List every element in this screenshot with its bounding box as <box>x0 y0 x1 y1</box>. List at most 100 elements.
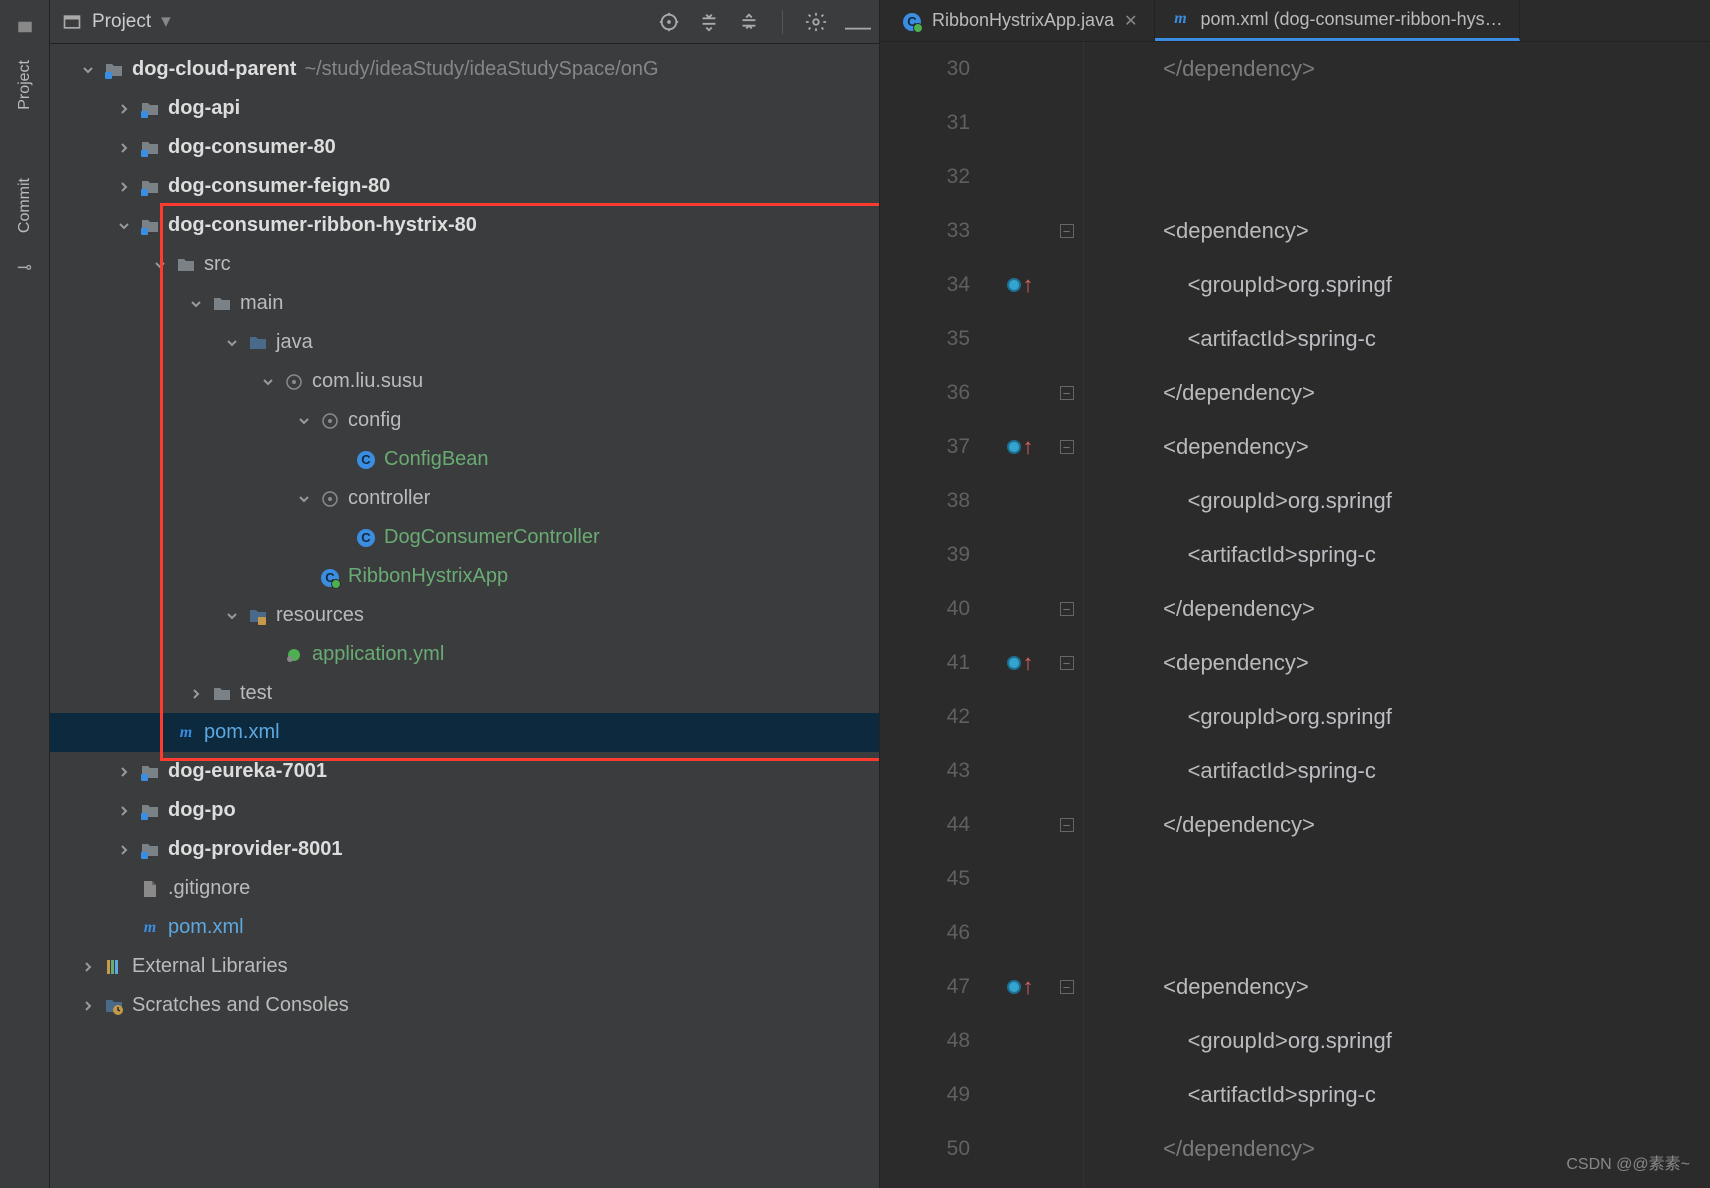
code-line[interactable] <box>1102 96 1710 150</box>
tree-item[interactable]: controller <box>50 479 879 518</box>
fold-icon[interactable]: − <box>1060 440 1074 454</box>
expand-all-icon[interactable] <box>698 11 720 33</box>
code-line[interactable] <box>1102 906 1710 960</box>
tree-item[interactable]: CConfigBean <box>50 440 879 479</box>
tree-item[interactable]: resources <box>50 596 879 635</box>
fold-icon[interactable]: − <box>1060 386 1074 400</box>
code-line[interactable] <box>1102 150 1710 204</box>
fold-cell <box>1050 312 1083 366</box>
project-title: Project <box>92 11 151 33</box>
expander-icon[interactable] <box>116 101 132 117</box>
code-line[interactable]: </dependency> <box>1102 366 1710 420</box>
line-number: 46 <box>880 906 970 960</box>
expander-icon[interactable] <box>224 608 240 624</box>
expander-icon[interactable] <box>296 491 312 507</box>
expander-icon[interactable] <box>260 374 276 390</box>
expander-icon[interactable] <box>116 803 132 819</box>
line-number: 49 <box>880 1068 970 1122</box>
expander-icon[interactable] <box>80 959 96 975</box>
expander-icon[interactable] <box>116 140 132 156</box>
arrow-up-icon: ↑ <box>1023 434 1034 460</box>
breakpoint-icon[interactable] <box>1007 440 1021 454</box>
code-line[interactable]: </dependency> <box>1102 582 1710 636</box>
code-line[interactable]: <dependency> <box>1102 420 1710 474</box>
code-line[interactable]: <groupId>org.springf <box>1102 474 1710 528</box>
breakpoint-icon[interactable] <box>1007 656 1021 670</box>
hide-icon[interactable]: — <box>845 11 867 33</box>
expander-icon[interactable] <box>152 257 168 273</box>
tree-item[interactable]: dog-provider-8001 <box>50 830 879 869</box>
commit-rail-label[interactable]: Commit <box>16 178 34 233</box>
fold-icon[interactable]: − <box>1060 980 1074 994</box>
code-line[interactable]: <artifactId>spring-c <box>1102 744 1710 798</box>
tree-item[interactable]: dog-consumer-feign-80 <box>50 167 879 206</box>
project-rail-icon[interactable] <box>16 18 34 36</box>
expander-icon[interactable] <box>80 62 96 78</box>
editor-tab[interactable]: CRibbonHystrixApp.java✕ <box>886 0 1155 41</box>
tree-item[interactable]: main <box>50 284 879 323</box>
expander-icon[interactable] <box>224 335 240 351</box>
commit-rail-icon[interactable]: ⊸ <box>17 257 32 278</box>
tree-item[interactable]: Scratches and Consoles <box>50 986 879 1025</box>
tree-item[interactable]: java <box>50 323 879 362</box>
code-line[interactable]: <groupId>org.springf <box>1102 690 1710 744</box>
view-dropdown-icon[interactable]: ▾ <box>161 10 171 33</box>
tree-item[interactable]: src <box>50 245 879 284</box>
select-opened-file-icon[interactable] <box>658 11 680 33</box>
expander-icon[interactable] <box>116 842 132 858</box>
tree-item[interactable]: test <box>50 674 879 713</box>
expander-icon[interactable] <box>188 296 204 312</box>
tree-item[interactable]: application.yml <box>50 635 879 674</box>
tree-item[interactable]: mpom.xml <box>50 713 879 752</box>
code-line[interactable]: <artifactId>spring-c <box>1102 528 1710 582</box>
gutter-marks: ↑↑↑↑ <box>990 42 1050 1188</box>
fold-icon[interactable]: − <box>1060 602 1074 616</box>
settings-icon[interactable] <box>805 11 827 33</box>
expander-icon[interactable] <box>80 998 96 1014</box>
tree-item[interactable]: dog-api <box>50 89 879 128</box>
expander-icon[interactable] <box>116 764 132 780</box>
module-icon <box>140 99 160 119</box>
tree-item[interactable]: CDogConsumerController <box>50 518 879 557</box>
code-line[interactable]: <groupId>org.springf <box>1102 1014 1710 1068</box>
expander-icon[interactable] <box>116 179 132 195</box>
fold-icon[interactable]: − <box>1060 656 1074 670</box>
tree-item[interactable]: dog-eureka-7001 <box>50 752 879 791</box>
tree-item[interactable]: dog-consumer-ribbon-hystrix-80 <box>50 206 879 245</box>
tree-item[interactable]: mpom.xml <box>50 908 879 947</box>
project-tree[interactable]: dog-cloud-parent ~/study/ideaStudy/ideaS… <box>50 44 879 1188</box>
collapse-all-icon[interactable] <box>738 11 760 33</box>
editor-tab[interactable]: mpom.xml (dog-consumer-ribbon-hys… <box>1155 0 1520 41</box>
tree-item[interactable]: .gitignore <box>50 869 879 908</box>
fold-icon[interactable]: − <box>1060 818 1074 832</box>
breakpoint-icon[interactable] <box>1007 980 1021 994</box>
fold-cell <box>1050 1014 1083 1068</box>
tree-item[interactable]: config <box>50 401 879 440</box>
code-line[interactable]: <dependency> <box>1102 636 1710 690</box>
tree-item[interactable]: dog-po <box>50 791 879 830</box>
tree-item[interactable]: dog-consumer-80 <box>50 128 879 167</box>
code-line[interactable]: </dependency> <box>1102 42 1710 96</box>
code-line[interactable]: <artifactId>spring-c <box>1102 312 1710 366</box>
tree-item[interactable]: External Libraries <box>50 947 879 986</box>
expander-icon[interactable] <box>116 218 132 234</box>
project-rail-label[interactable]: Project <box>16 60 34 110</box>
code-line[interactable]: <groupId>org.springf <box>1102 258 1710 312</box>
code-area[interactable]: </dependency> <dependency> <groupId>org.… <box>1084 42 1710 1188</box>
gutter-mark <box>990 312 1050 366</box>
code-line[interactable]: </dependency> <box>1102 798 1710 852</box>
tree-item-label: pom.xml <box>168 916 244 939</box>
breakpoint-icon[interactable] <box>1007 278 1021 292</box>
fold-icon[interactable]: − <box>1060 224 1074 238</box>
tree-item[interactable]: dog-cloud-parent ~/study/ideaStudy/ideaS… <box>50 50 879 89</box>
close-icon[interactable]: ✕ <box>1124 11 1137 31</box>
code-line[interactable]: <dependency> <box>1102 204 1710 258</box>
code-line[interactable]: <artifactId>spring-c <box>1102 1068 1710 1122</box>
tree-item[interactable]: CRibbonHystrixApp <box>50 557 879 596</box>
expander-icon[interactable] <box>188 686 204 702</box>
code-line[interactable] <box>1102 852 1710 906</box>
expander-icon[interactable] <box>296 413 312 429</box>
tree-item[interactable]: com.liu.susu <box>50 362 879 401</box>
code-line[interactable]: <dependency> <box>1102 960 1710 1014</box>
line-number: 42 <box>880 690 970 744</box>
